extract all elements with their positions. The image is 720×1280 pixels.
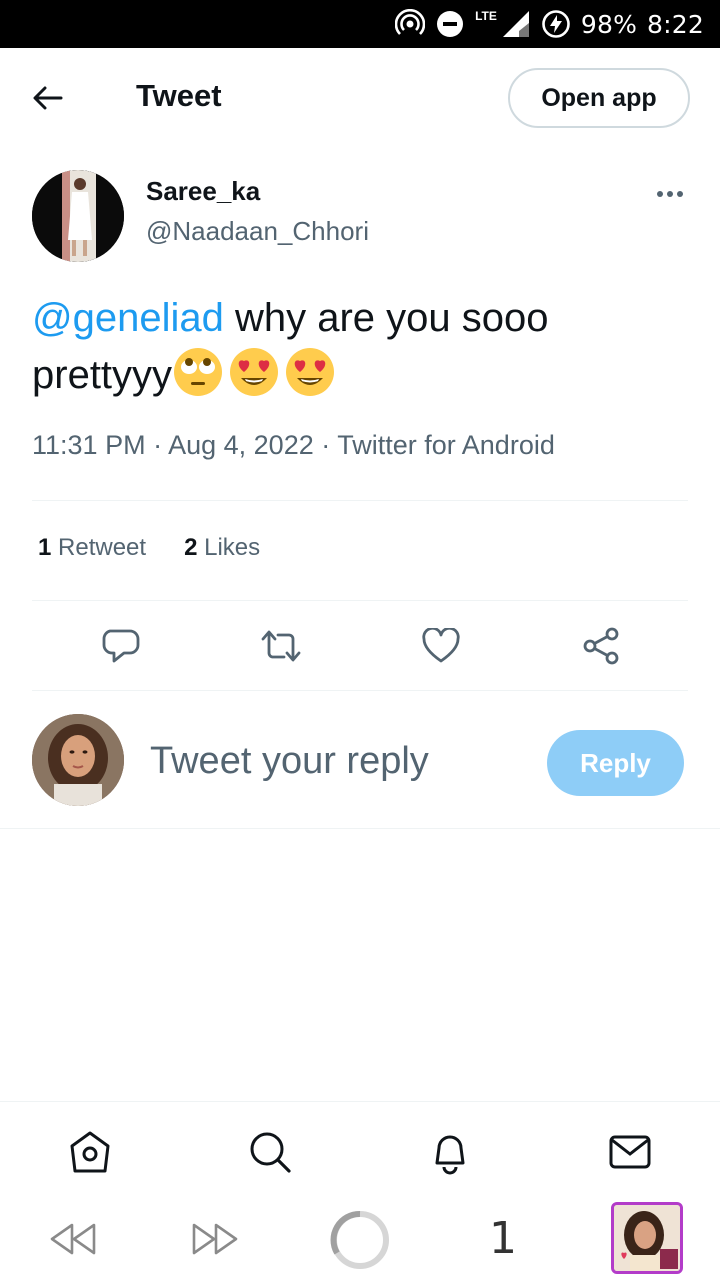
browser-toolbar: 1	[0, 1198, 720, 1280]
divider	[32, 500, 688, 501]
tab-thumbnail[interactable]	[611, 1202, 683, 1274]
retweets-stat[interactable]: 1 Retweet	[38, 534, 146, 562]
tweet-meta: 11:31 PM · Aug 4, 2022 · Twitter for And…	[32, 430, 555, 461]
tab-thumbnail-image	[614, 1205, 680, 1271]
more-dot	[667, 191, 673, 197]
author-avatar[interactable]	[32, 170, 124, 262]
meta-separator: ·	[145, 430, 169, 460]
network-type: LTE	[475, 9, 497, 23]
browser-forward-button[interactable]	[188, 1216, 244, 1262]
nav-notifications[interactable]	[426, 1128, 474, 1176]
reply-input[interactable]: Tweet your reply	[150, 740, 429, 783]
mention-link[interactable]: @geneliad	[32, 296, 224, 340]
status-bar: LTE 98% 8:22	[0, 0, 720, 48]
author-name[interactable]: Saree_ka	[146, 176, 260, 207]
fast-forward-icon	[192, 1223, 238, 1255]
rewind-icon	[50, 1223, 96, 1255]
battery-level: 98%	[580, 9, 638, 39]
bottom-nav	[0, 1102, 720, 1198]
back-button[interactable]	[28, 78, 68, 118]
nav-home[interactable]	[66, 1128, 114, 1176]
retweet-button[interactable]	[259, 624, 303, 668]
tweet-actions	[32, 620, 688, 672]
do-not-disturb-icon	[437, 11, 464, 37]
page-title: Tweet	[136, 78, 222, 113]
share-icon	[583, 627, 619, 665]
reply-icon	[102, 629, 140, 663]
nav-search[interactable]	[246, 1128, 294, 1176]
messages-icon	[609, 1135, 651, 1169]
clock: 8:22	[647, 9, 704, 39]
signal-icon	[502, 11, 529, 37]
hotspot-icon	[395, 9, 426, 35]
tweet-stats: 1 Retweet 2 Likes	[38, 534, 260, 562]
divider	[32, 690, 688, 691]
home-icon	[70, 1131, 110, 1173]
reply-submit-button[interactable]: Reply	[547, 730, 684, 796]
reply-button[interactable]	[99, 624, 143, 668]
tweet-date[interactable]: Aug 4, 2022	[168, 430, 314, 460]
meta-separator: ·	[313, 430, 338, 460]
battery-saver-icon	[542, 10, 570, 38]
heart-eyes-emoji-icon	[284, 346, 336, 413]
tweet-text: @geneliad why are you sooo prettyyy	[32, 290, 692, 413]
user-avatar[interactable]	[32, 714, 124, 806]
open-app-button[interactable]: Open app	[508, 68, 690, 128]
author-avatar-image	[32, 170, 124, 262]
tweet-text-line2: prettyyy	[32, 353, 173, 397]
share-button[interactable]	[579, 624, 623, 668]
like-icon	[422, 628, 460, 663]
loading-ring-icon	[330, 1210, 389, 1269]
likes-label: Likes	[204, 534, 261, 561]
rolling-eyes-emoji-icon	[172, 346, 224, 413]
tab-count[interactable]: 1	[480, 1208, 526, 1268]
more-dot	[677, 191, 683, 197]
tweet-time[interactable]: 11:31 PM	[32, 430, 146, 460]
tweet-text-line1: why are you sooo	[223, 296, 549, 340]
more-options-button[interactable]	[650, 180, 690, 208]
browser-home-button[interactable]	[328, 1208, 392, 1272]
nav-messages[interactable]	[606, 1128, 654, 1176]
tweet-source[interactable]: Twitter for Android	[337, 430, 555, 460]
retweet-icon	[261, 630, 301, 662]
author-handle[interactable]: @Naadaan_Chhori	[146, 216, 369, 247]
divider	[0, 828, 720, 829]
retweets-count: 1	[38, 534, 52, 561]
divider	[32, 600, 688, 601]
heart-eyes-emoji-icon	[228, 346, 280, 413]
user-avatar-image	[32, 714, 124, 806]
retweets-label: Retweet	[58, 534, 147, 561]
more-dot	[657, 191, 663, 197]
back-arrow-icon	[33, 86, 63, 110]
likes-stat[interactable]: 2 Likes	[184, 534, 260, 562]
search-icon	[250, 1132, 291, 1173]
browser-back-button[interactable]	[44, 1216, 100, 1262]
like-button[interactable]	[419, 624, 463, 668]
header: Tweet Open app	[0, 48, 720, 146]
likes-count: 2	[184, 534, 198, 561]
notifications-icon	[435, 1135, 465, 1175]
